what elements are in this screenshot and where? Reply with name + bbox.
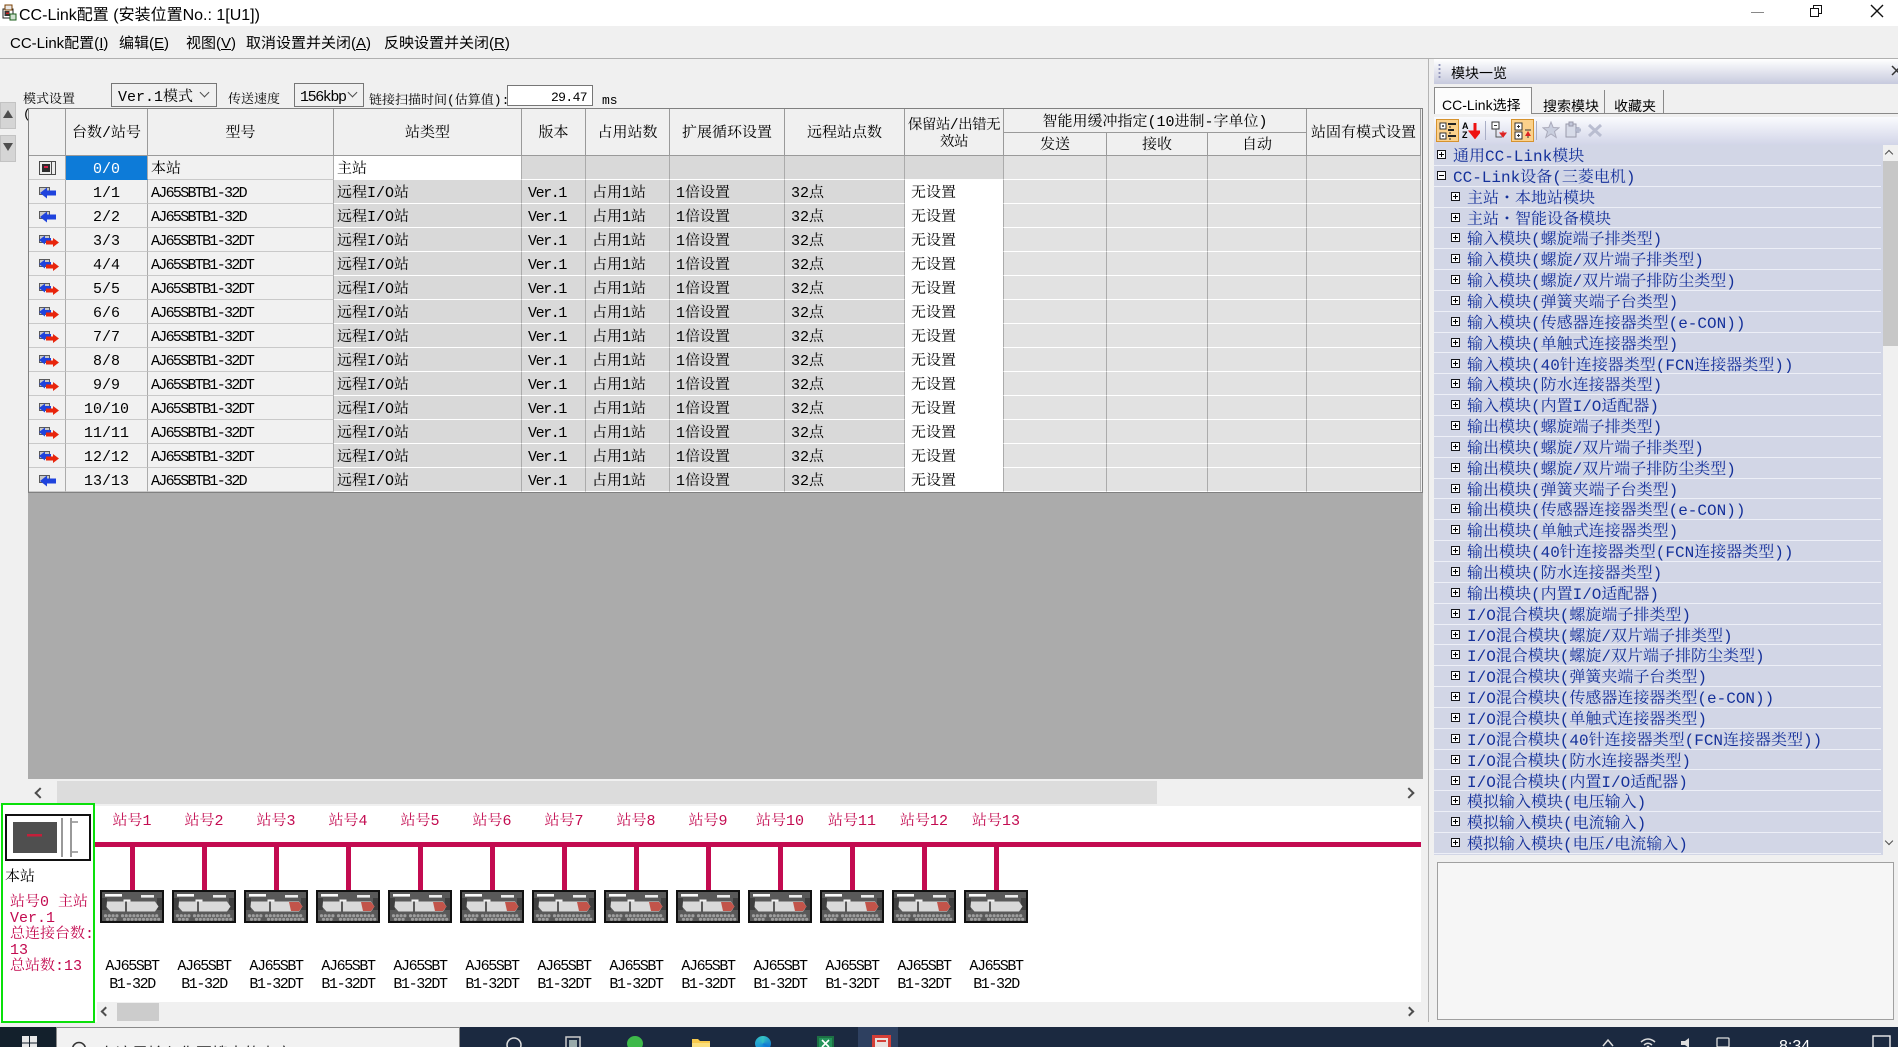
- svg-text:Z: Z: [1462, 130, 1468, 139]
